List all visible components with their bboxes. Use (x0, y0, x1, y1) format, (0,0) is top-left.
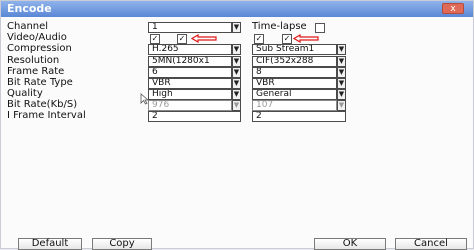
channel-label: Channel (7, 21, 49, 32)
chevron-down-icon[interactable]: ▼ (337, 100, 346, 111)
main-bit-rate-select[interactable]: 976 (148, 100, 232, 111)
main-quality-select[interactable]: High (148, 89, 232, 100)
close-button[interactable]: x (442, 3, 464, 14)
sub-stream-select[interactable]: Sub Stream1 (252, 44, 337, 55)
chevron-down-icon[interactable]: ▼ (337, 78, 346, 89)
row-iframe-interval: I Frame Interval 2 2 (1, 110, 474, 122)
main-compression-select[interactable]: H.265 (148, 44, 232, 55)
bit-rate-type-label: Bit Rate Type (7, 77, 73, 88)
video-audio-label: Video/Audio (7, 32, 67, 43)
chevron-down-icon[interactable]: ▼ (337, 44, 346, 55)
main-frame-rate-select[interactable]: 6 (148, 67, 232, 78)
chevron-down-icon[interactable]: ▼ (337, 56, 346, 67)
compression-label: Compression (7, 43, 72, 54)
channel-dropdown-icon[interactable]: ▼ (232, 22, 241, 33)
main-audio-checkbox[interactable]: ✓ (177, 34, 187, 44)
title-bar: Encode x (1, 1, 473, 17)
timelapse-checkbox[interactable] (315, 23, 325, 33)
sub-video-checkbox[interactable]: ✓ (254, 34, 264, 44)
main-iframe-input[interactable]: 2 (148, 111, 241, 122)
main-bit-rate-type-select[interactable]: VBR (148, 78, 232, 89)
cancel-button[interactable]: Cancel (395, 238, 467, 250)
chevron-down-icon[interactable]: ▼ (232, 89, 241, 100)
resolution-label: Resolution (7, 55, 60, 66)
row-compression: Compression H.265 ▼ Sub Stream1 ▼ (1, 43, 474, 55)
sub-quality-select[interactable]: General (252, 89, 337, 100)
mouse-cursor-icon (140, 93, 149, 105)
row-resolution: Resolution 5MN(1280x1 ▼ CIF(352x288 ▼ (1, 55, 474, 67)
chevron-down-icon[interactable]: ▼ (232, 44, 241, 55)
sub-audio-checkbox[interactable]: ✓ (282, 34, 292, 44)
chevron-down-icon[interactable]: ▼ (337, 89, 346, 100)
iframe-interval-label: I Frame Interval (7, 110, 86, 121)
quality-label: Quality (7, 88, 43, 99)
main-resolution-select[interactable]: 5MN(1280x1 (148, 56, 232, 67)
row-video-audio: Video/Audio ✓ ✓ ✓ ✓ (1, 32, 474, 44)
sub-iframe-input[interactable]: 2 (252, 111, 346, 122)
dialog-title: Encode (7, 2, 52, 15)
row-channel: Channel 1 ▼ Time-lapse (1, 21, 474, 33)
copy-button[interactable]: Copy (92, 238, 152, 250)
chevron-down-icon[interactable]: ▼ (232, 67, 241, 78)
ok-button[interactable]: OK (314, 238, 386, 250)
chevron-down-icon[interactable]: ▼ (337, 67, 346, 78)
channel-select[interactable]: 1 (148, 22, 232, 33)
sub-bit-rate-type-select[interactable]: VBR (252, 78, 337, 89)
annotation-arrow-icon (293, 34, 319, 43)
default-button[interactable]: Default (18, 238, 82, 250)
sub-bit-rate-select[interactable]: 107 (252, 100, 337, 111)
sub-frame-rate-select[interactable]: 8 (252, 67, 337, 78)
chevron-down-icon[interactable]: ▼ (232, 100, 241, 111)
sub-resolution-select[interactable]: CIF(352x288 (252, 56, 337, 67)
annotation-arrow-icon (191, 34, 217, 43)
main-video-checkbox[interactable]: ✓ (150, 34, 160, 44)
encode-dialog: Encode x Channel 1 ▼ Time-lapse Video/Au… (0, 0, 474, 250)
frame-rate-label: Frame Rate (7, 66, 65, 77)
timelapse-label: Time-lapse (252, 21, 307, 32)
chevron-down-icon[interactable]: ▼ (232, 78, 241, 89)
bit-rate-label: Bit Rate(Kb/S) (7, 99, 78, 110)
chevron-down-icon[interactable]: ▼ (232, 56, 241, 67)
row-bit-rate-type: Bit Rate Type VBR ▼ VBR ▼ (1, 77, 474, 89)
